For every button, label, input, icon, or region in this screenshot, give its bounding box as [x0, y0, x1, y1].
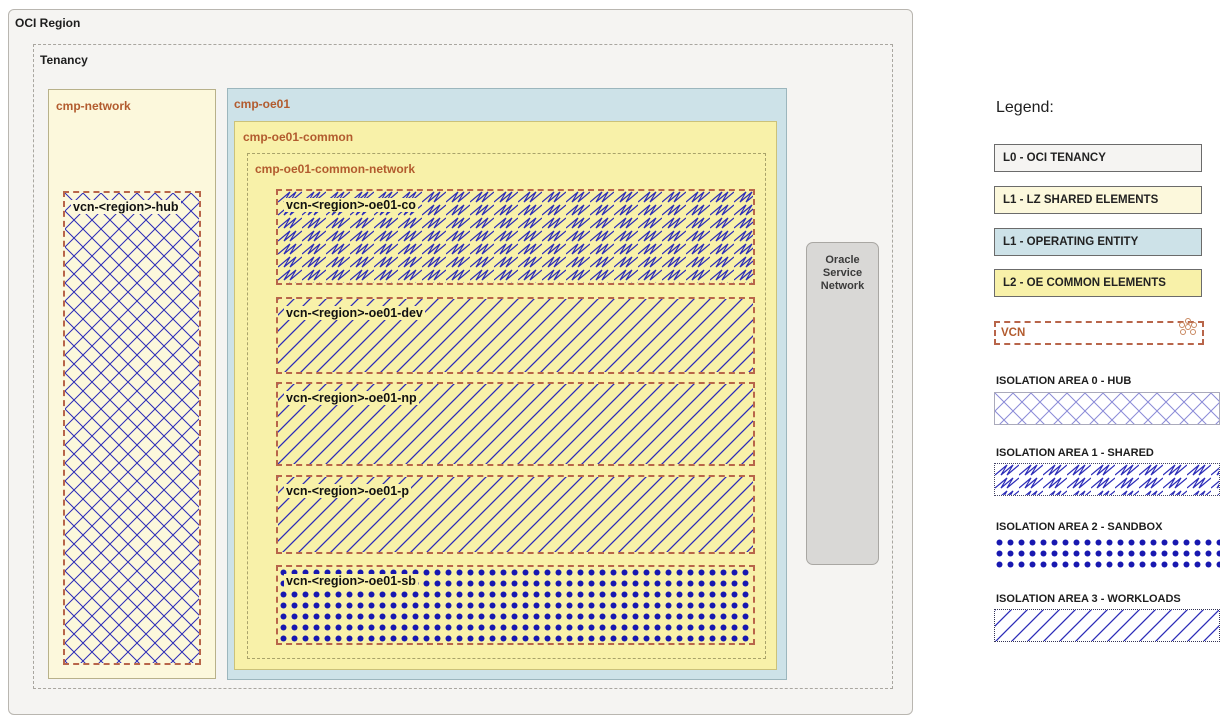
legend-title: Legend: [996, 99, 1054, 116]
vcn-oe01-dev: vcn-<region>-oe01-dev [276, 297, 755, 374]
vcn-oe01-co-label: vcn-<region>-oe01-co [284, 198, 418, 212]
legend-l1-oe-label: L1 - OPERATING ENTITY [1003, 236, 1139, 248]
legend-l1-shared: L1 - LZ SHARED ELEMENTS [994, 186, 1202, 214]
legend-vcn: VCN [994, 318, 1204, 345]
legend-isolation-2-label: ISOLATION AREA 2 - SANDBOX [996, 521, 1163, 533]
legend-isolation-1-label: ISOLATION AREA 1 - SHARED [996, 447, 1154, 459]
vcn-oe01-np: vcn-<region>-oe01-np [276, 382, 755, 466]
legend-isolation-3-swatch [994, 609, 1220, 642]
legend-isolation-0-label: ISOLATION AREA 0 - HUB [996, 375, 1132, 387]
vcn-oe01-dev-label: vcn-<region>-oe01-dev [284, 306, 425, 320]
legend-vcn-label: VCN [1001, 327, 1026, 339]
tenancy-label: Tenancy [40, 53, 88, 67]
vcn-network-icon [1179, 318, 1197, 335]
vcn-hub-label: vcn-<region>-hub [71, 200, 181, 214]
vcn-oe01-np-label: vcn-<region>-oe01-np [284, 391, 419, 405]
cmp-oe01-common-label: cmp-oe01-common [243, 130, 354, 144]
legend-l1-operating-entity: L1 - OPERATING ENTITY [994, 228, 1202, 256]
oci-region-label: OCI Region [15, 16, 81, 30]
zigzag-pattern [995, 464, 1219, 495]
legend-l0-label: L0 - OCI TENANCY [1003, 152, 1106, 164]
vcn-oe01-p: vcn-<region>-oe01-p [276, 475, 755, 554]
oracle-service-network-label: Oracle Service Network [820, 254, 865, 292]
legend-isolation-1-swatch [994, 463, 1220, 496]
crosshatch-pattern [995, 393, 1219, 424]
legend-isolation-2-swatch [994, 537, 1220, 570]
legend-l0-tenancy: L0 - OCI TENANCY [994, 144, 1202, 172]
cmp-oe01-label: cmp-oe01 [234, 97, 291, 111]
legend-isolation-3-label: ISOLATION AREA 3 - WORKLOADS [996, 593, 1181, 605]
diagonal-pattern [995, 610, 1219, 641]
vcn-hub: vcn-<region>-hub [63, 191, 201, 665]
oracle-service-network: Oracle Service Network [806, 242, 879, 565]
cmp-network-label: cmp-network [56, 99, 131, 113]
dots-pattern [994, 537, 1220, 570]
legend-isolation-0-swatch [994, 392, 1220, 425]
vcn-oe01-sb: vcn-<region>-oe01-sb [276, 565, 755, 645]
vcn-oe01-co: vcn-<region>-oe01-co [276, 189, 755, 285]
cmp-oe01-common-network-label: cmp-oe01-common-network [255, 162, 416, 176]
crosshatch-pattern [65, 193, 199, 663]
vcn-oe01-p-label: vcn-<region>-oe01-p [284, 484, 411, 498]
vcn-oe01-sb-label: vcn-<region>-oe01-sb [284, 574, 418, 588]
legend-l2-oe-common: L2 - OE COMMON ELEMENTS [994, 269, 1202, 297]
legend-l1-shared-label: L1 - LZ SHARED ELEMENTS [1003, 194, 1159, 206]
legend-l2-label: L2 - OE COMMON ELEMENTS [1003, 277, 1166, 289]
